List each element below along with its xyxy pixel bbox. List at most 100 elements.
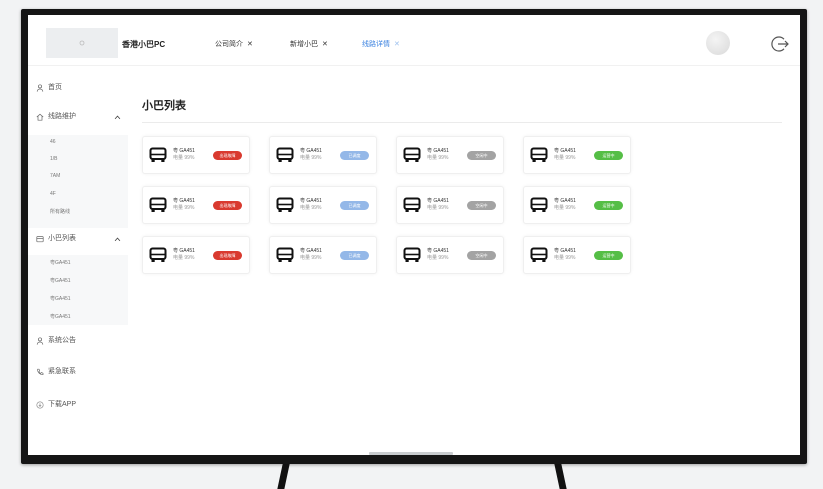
sidebar-item-bus-list[interactable]: 小巴列表	[36, 234, 76, 244]
status-badge[interactable]: 空闲中	[467, 200, 496, 210]
bus-plate: 粤 GA451	[554, 198, 576, 204]
bus-card[interactable]: 粤 GA451 电量 99% 运营中	[523, 186, 631, 224]
bus-icon	[530, 247, 548, 263]
user-icon	[36, 337, 44, 345]
bus-info: 粤 GA451 电量 99%	[300, 198, 322, 212]
bus-icon	[530, 147, 548, 163]
user-icon	[36, 84, 44, 92]
sidebar-item-download[interactable]: 下载APP	[36, 400, 76, 410]
logo-icon	[79, 40, 85, 46]
close-icon[interactable]: ✕	[247, 41, 253, 48]
bus-icon	[276, 247, 294, 263]
sidebar-item-label: 线路维护	[48, 113, 76, 120]
sidebar-subitem-route[interactable]: 46	[50, 138, 56, 147]
divider	[142, 122, 782, 123]
status-badge[interactable]: 空闲中	[467, 150, 496, 160]
bus-info: 粤 GA451 电量 99%	[427, 198, 449, 212]
tab-label: 公司简介	[215, 41, 243, 48]
status-badge[interactable]: 空闲中	[467, 250, 496, 260]
sidebar-item-emergency[interactable]: 紧急联系	[36, 367, 76, 377]
bus-plate: 粤 GA451	[173, 248, 195, 254]
bus-plate: 粤 GA451	[554, 248, 576, 254]
chevron-up-icon[interactable]	[114, 236, 121, 243]
status-badge[interactable]: 已调度	[340, 150, 369, 160]
bus-card[interactable]: 粤 GA451 电量 99% 出现故障	[142, 186, 250, 224]
bus-card-grid: 粤 GA451 电量 99% 出现故障粤 GA451 电量 99% 已调度粤 GA451…	[142, 136, 631, 274]
bus-plate: 粤 GA451	[427, 148, 449, 154]
home-icon	[36, 113, 44, 121]
bus-info: 粤 GA451 电量 99%	[173, 248, 195, 262]
status-badge[interactable]: 运营中	[594, 150, 623, 160]
tab-route-details[interactable]: 线路详情 ✕	[362, 39, 400, 49]
phone-icon	[37, 368, 44, 375]
bus-icon	[403, 247, 421, 263]
bus-info: 粤 GA451 电量 99%	[554, 148, 576, 162]
bus-card[interactable]: 粤 GA451 电量 99% 已调度	[269, 136, 377, 174]
bus-card[interactable]: 粤 GA451 电量 99% 已调度	[269, 186, 377, 224]
sidebar-subitem-route[interactable]: 7AM	[50, 172, 60, 181]
tab-label: 新增小巴	[290, 41, 318, 48]
bus-card[interactable]: 粤 GA451 电量 99% 空闲中	[396, 236, 504, 274]
bus-icon	[530, 197, 548, 213]
bus-plate: 粤 GA451	[300, 248, 322, 254]
sidebar-item-label: 小巴列表	[48, 235, 76, 242]
bus-plate: 粤 GA451	[173, 198, 195, 204]
logo	[46, 28, 118, 58]
bus-battery: 电量 99%	[173, 155, 195, 161]
bus-icon	[149, 247, 167, 263]
bus-plate: 粤 GA451	[427, 248, 449, 254]
monitor-stand-left	[277, 464, 290, 489]
sidebar-subitem-all-routes[interactable]: 所有路线	[50, 208, 70, 217]
sidebar-subitem-bus[interactable]: 粤GA451	[50, 259, 71, 268]
sidebar-item-route-maintenance[interactable]: 线路维护	[36, 112, 76, 122]
chevron-up-icon[interactable]	[114, 114, 121, 121]
status-badge[interactable]: 已调度	[340, 200, 369, 210]
close-icon[interactable]: ✕	[322, 41, 328, 48]
bus-battery: 电量 99%	[554, 155, 576, 161]
bus-icon	[149, 197, 167, 213]
bus-info: 粤 GA451 电量 99%	[300, 248, 322, 262]
avatar[interactable]	[706, 31, 730, 55]
sidebar-item-label: 首页	[48, 84, 62, 91]
bus-battery: 电量 99%	[554, 255, 576, 261]
sidebar-subitem-bus[interactable]: 粤GA451	[50, 295, 71, 304]
logout-icon[interactable]	[770, 34, 790, 54]
status-badge[interactable]: 运营中	[594, 200, 623, 210]
bus-icon	[403, 147, 421, 163]
route-submenu	[28, 135, 128, 228]
bus-card[interactable]: 粤 GA451 电量 99% 运营中	[523, 236, 631, 274]
close-icon[interactable]: ✕	[394, 41, 400, 48]
bus-card[interactable]: 粤 GA451 电量 99% 空闲中	[396, 186, 504, 224]
bus-icon	[276, 147, 294, 163]
status-badge[interactable]: 运营中	[594, 250, 623, 260]
bus-icon	[149, 147, 167, 163]
sidebar-subitem-bus[interactable]: 粤GA451	[50, 313, 71, 322]
bus-battery: 电量 99%	[300, 155, 322, 161]
sidebar-subitem-route[interactable]: 1/B	[50, 155, 58, 164]
bus-card[interactable]: 粤 GA451 电量 99% 出现故障	[142, 236, 250, 274]
sidebar-item-announcements[interactable]: 系统公告	[36, 336, 76, 346]
bus-plate: 粤 GA451	[427, 198, 449, 204]
status-badge[interactable]: 已调度	[340, 250, 369, 260]
page-title: 小巴列表	[142, 100, 186, 112]
bus-battery: 电量 99%	[427, 205, 449, 211]
bus-plate: 粤 GA451	[300, 198, 322, 204]
sidebar: 首页 线路维护 46 1/B 7AM 4F 所有路线 小巴列表 粤GA451 粤…	[28, 65, 128, 455]
sidebar-subitem-bus[interactable]: 粤GA451	[50, 277, 71, 286]
bus-info: 粤 GA451 电量 99%	[554, 198, 576, 212]
bus-card[interactable]: 粤 GA451 电量 99% 出现故障	[142, 136, 250, 174]
monitor-frame: 香港小巴PC 公司简介 ✕ 新增小巴 ✕ 线路详情 ✕ 首页 线路维护 46 1…	[21, 9, 807, 464]
status-badge[interactable]: 出现故障	[213, 150, 242, 160]
status-badge[interactable]: 出现故障	[213, 200, 242, 210]
sidebar-subitem-route[interactable]: 4F	[50, 190, 56, 199]
bus-card[interactable]: 粤 GA451 电量 99% 已调度	[269, 236, 377, 274]
tab-add-bus[interactable]: 新增小巴 ✕	[290, 39, 328, 49]
bus-info: 粤 GA451 电量 99%	[173, 198, 195, 212]
tab-company-intro[interactable]: 公司简介 ✕	[215, 39, 253, 49]
bus-card[interactable]: 粤 GA451 电量 99% 运营中	[523, 136, 631, 174]
bus-card[interactable]: 粤 GA451 电量 99% 空闲中	[396, 136, 504, 174]
sidebar-item-home[interactable]: 首页	[36, 83, 62, 93]
app-title: 香港小巴PC	[122, 40, 166, 49]
status-badge[interactable]: 出现故障	[213, 250, 242, 260]
sidebar-item-label: 系统公告	[48, 337, 76, 344]
